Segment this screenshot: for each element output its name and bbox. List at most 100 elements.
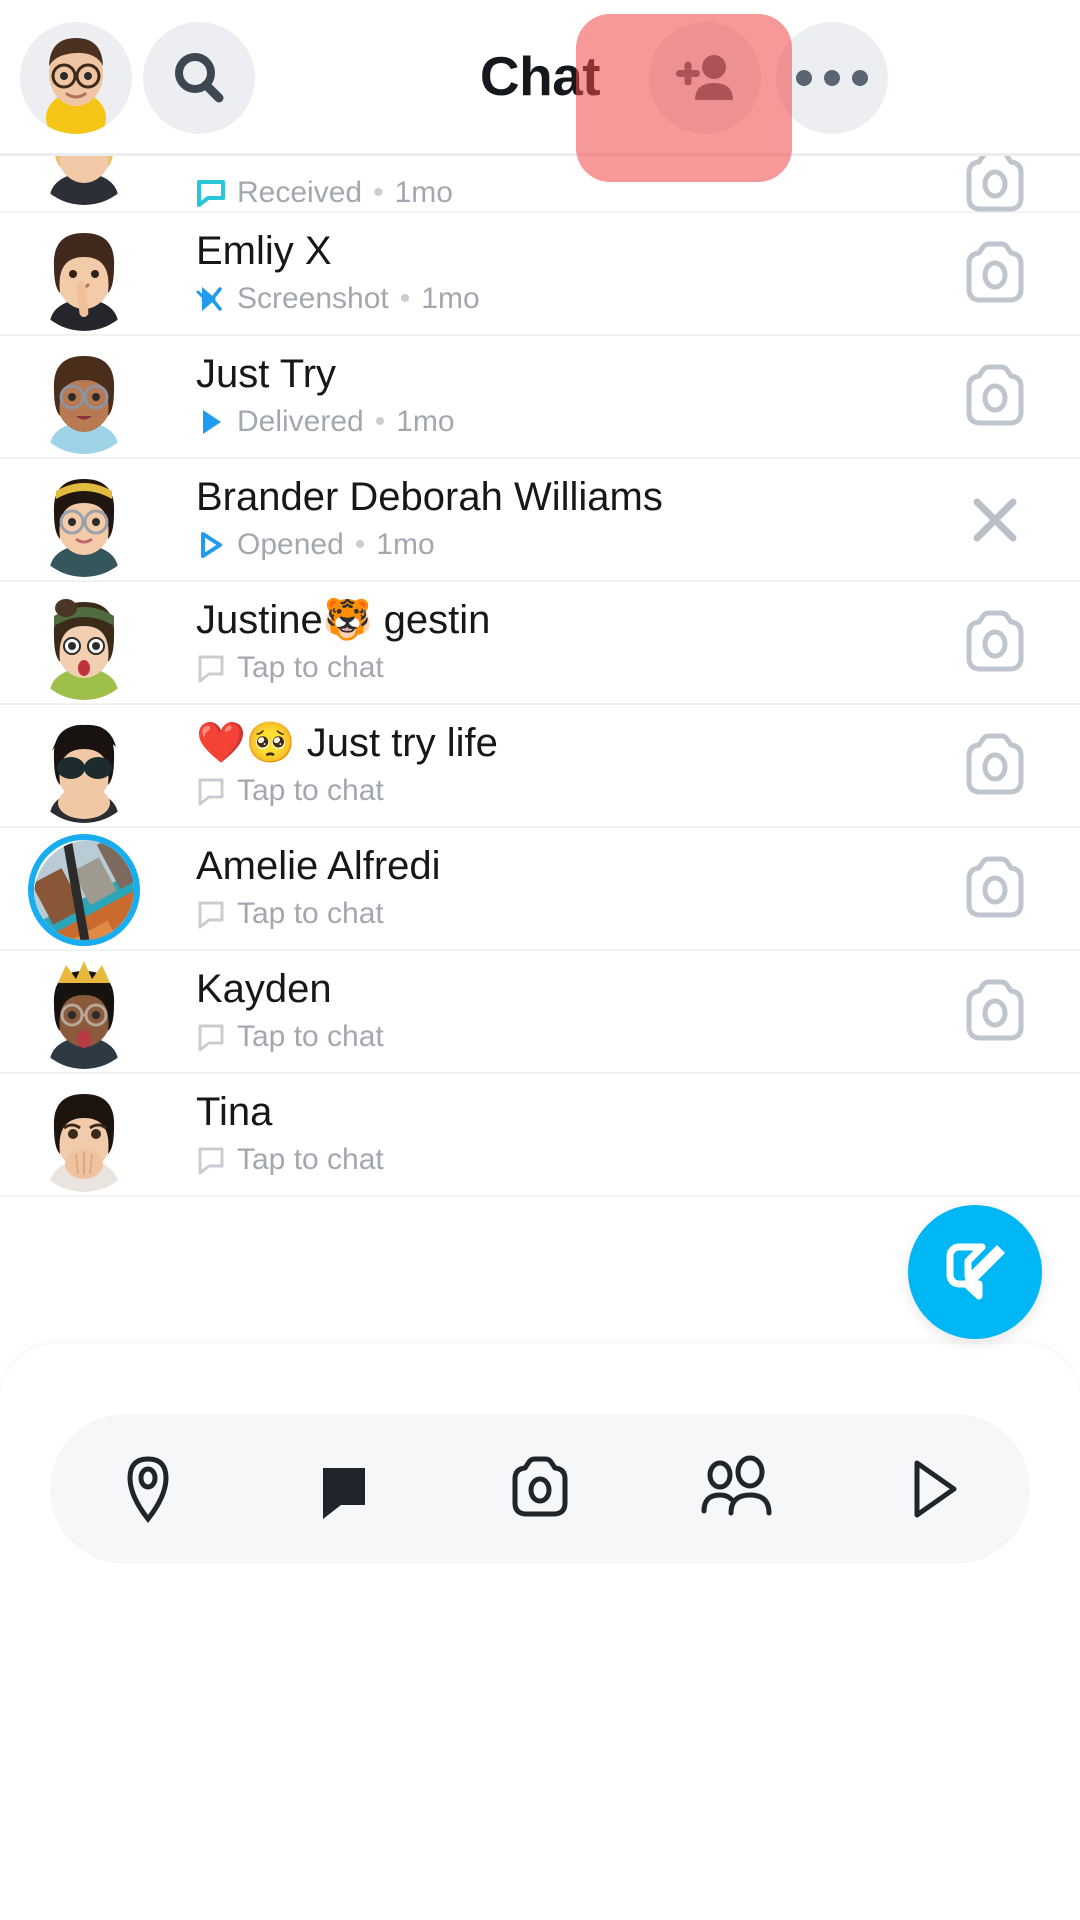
chat-row-text: ❤️🥺 Just try life Tap to chat bbox=[196, 719, 498, 810]
delivered-filled-triangle-icon bbox=[203, 410, 221, 434]
chat-status-line: Received • 1mo bbox=[196, 174, 453, 212]
snapchat-chat-screen: Chat Received • 1mo Emliy X Screenshot •… bbox=[0, 0, 1080, 1920]
chat-avatar[interactable] bbox=[28, 219, 140, 331]
chat-display-name: Just Try bbox=[196, 352, 337, 396]
chat-avatar[interactable] bbox=[28, 342, 140, 454]
chat-avatar[interactable] bbox=[28, 711, 140, 823]
chat-display-name: ❤️🥺 Just try life bbox=[196, 721, 498, 765]
camera-icon[interactable] bbox=[959, 976, 1031, 1048]
chat-row[interactable]: Emliy X Screenshot • 1mo bbox=[0, 213, 1080, 336]
play-triangle-icon bbox=[914, 1460, 957, 1518]
camera-icon bbox=[512, 1456, 568, 1517]
quick-camera-button[interactable] bbox=[959, 730, 1031, 802]
received-chat-icon bbox=[197, 180, 225, 207]
photo-avatar bbox=[34, 840, 134, 940]
chat-list[interactable]: Received • 1mo Emliy X Screenshot • 1mo bbox=[0, 155, 1080, 1310]
chat-row[interactable]: Received • 1mo bbox=[0, 155, 1080, 213]
chat-avatar[interactable] bbox=[28, 588, 140, 700]
camera-icon[interactable] bbox=[959, 730, 1031, 802]
nav-item-spotlight[interactable] bbox=[857, 1414, 1007, 1564]
nav-item-camera[interactable] bbox=[465, 1414, 615, 1564]
nav-item-friends[interactable] bbox=[661, 1414, 811, 1564]
list-bottom-fade bbox=[0, 1310, 1080, 1346]
chat-bubble-outline-icon bbox=[198, 655, 224, 683]
quick-camera-button[interactable] bbox=[959, 976, 1031, 1048]
chat-bubble-outline-icon bbox=[198, 1024, 224, 1052]
chat-row-text: Just Try Delivered • 1mo bbox=[196, 350, 455, 441]
quick-camera-button[interactable] bbox=[959, 607, 1031, 679]
chat-timestamp: 1mo bbox=[376, 528, 435, 561]
chat-status-line: Tap to chat bbox=[196, 649, 490, 687]
chat-row[interactable]: Kayden Tap to chat bbox=[0, 951, 1080, 1074]
chat-status-line: Opened • 1mo bbox=[196, 526, 663, 564]
chat-row-text: Kayden Tap to chat bbox=[196, 965, 384, 1056]
chat-display-name: Brander Deborah Williams bbox=[196, 475, 663, 519]
chat-status-text: Received bbox=[237, 176, 363, 209]
camera-icon[interactable] bbox=[959, 853, 1031, 925]
chat-row[interactable]: Amelie Alfredi Tap to chat bbox=[0, 828, 1080, 951]
blonde-bitmoji bbox=[28, 155, 140, 205]
chat-avatar[interactable] bbox=[28, 155, 140, 205]
status-separator: • bbox=[374, 405, 386, 438]
dismiss-chat-button[interactable] bbox=[959, 484, 1031, 556]
nav-item-map[interactable] bbox=[73, 1414, 223, 1564]
opened-hollow-triangle-icon bbox=[201, 532, 222, 558]
chat-row[interactable]: Brander Deborah Williams Opened • 1mo bbox=[0, 459, 1080, 582]
app-header: Chat bbox=[0, 0, 1080, 156]
chat-bubble-outline-icon bbox=[198, 778, 224, 806]
nav-item-chat[interactable] bbox=[269, 1414, 419, 1564]
status-separator: • bbox=[354, 528, 366, 561]
quick-camera-button[interactable] bbox=[959, 853, 1031, 925]
cover-mouth-bitmoji bbox=[28, 1080, 140, 1192]
add-friend-button[interactable] bbox=[649, 22, 761, 134]
camera-icon[interactable] bbox=[959, 361, 1031, 433]
chat-bubble-outline-icon bbox=[198, 1147, 224, 1175]
add-friend-icon bbox=[676, 55, 733, 100]
chat-row[interactable]: ❤️🥺 Just try life Tap to chat bbox=[0, 705, 1080, 828]
compose-chat-icon bbox=[946, 1243, 1005, 1300]
chat-display-name: Amelie Alfredi bbox=[196, 844, 441, 888]
bottom-navigation-bar[interactable] bbox=[50, 1414, 1030, 1564]
page-title: Chat bbox=[479, 45, 601, 107]
chat-display-name: Justine🐯 gestin bbox=[196, 598, 491, 642]
chat-status-text: Delivered bbox=[237, 405, 364, 438]
camera-icon[interactable] bbox=[959, 607, 1031, 679]
chat-status-line: Tap to chat bbox=[196, 772, 498, 810]
chat-display-name: Tina bbox=[196, 1090, 273, 1134]
headband-bitmoji bbox=[28, 465, 140, 577]
chat-row-text: Received • 1mo bbox=[196, 169, 453, 212]
chat-row-text: Tina Tap to chat bbox=[196, 1088, 384, 1179]
chat-status-text: Screenshot bbox=[237, 282, 389, 315]
chat-row[interactable]: Tina Tap to chat bbox=[0, 1074, 1080, 1197]
camera-icon[interactable] bbox=[959, 238, 1031, 310]
chat-status-line: Tap to chat bbox=[196, 895, 441, 933]
chat-status-text: Tap to chat bbox=[237, 774, 384, 807]
chat-row[interactable]: Just Try Delivered • 1mo bbox=[0, 336, 1080, 459]
sunglasses-bitmoji bbox=[28, 711, 140, 823]
chat-display-name: Emliy X bbox=[196, 229, 332, 273]
chat-row-text: Justine🐯 gestin Tap to chat bbox=[196, 596, 490, 687]
more-options-button[interactable] bbox=[776, 22, 888, 134]
status-separator: • bbox=[373, 176, 384, 209]
glasses-bitmoji bbox=[28, 342, 140, 454]
status-separator: • bbox=[399, 282, 411, 315]
quick-camera-button[interactable] bbox=[959, 238, 1031, 310]
chat-avatar[interactable] bbox=[28, 957, 140, 1069]
chat-status-line: Screenshot • 1mo bbox=[196, 280, 480, 318]
chat-row[interactable]: Justine🐯 gestin Tap to chat bbox=[0, 582, 1080, 705]
screenshot-icon bbox=[196, 287, 222, 311]
chat-display-name: Kayden bbox=[196, 967, 332, 1011]
shush-bitmoji bbox=[28, 219, 140, 331]
quick-camera-button[interactable] bbox=[959, 155, 1031, 219]
new-chat-fab[interactable] bbox=[908, 1205, 1042, 1339]
chat-row-text: Brander Deborah Williams Opened • 1mo bbox=[196, 473, 663, 564]
chat-bubble-icon bbox=[323, 1468, 365, 1519]
quick-camera-button[interactable] bbox=[959, 361, 1031, 433]
chat-avatar[interactable] bbox=[28, 834, 140, 946]
chat-avatar[interactable] bbox=[28, 465, 140, 577]
camera-icon[interactable] bbox=[959, 155, 1031, 219]
chat-row-text: Amelie Alfredi Tap to chat bbox=[196, 842, 441, 933]
chat-avatar[interactable] bbox=[28, 1080, 140, 1192]
bandana-bitmoji bbox=[28, 588, 140, 700]
close-icon[interactable] bbox=[965, 490, 1025, 550]
